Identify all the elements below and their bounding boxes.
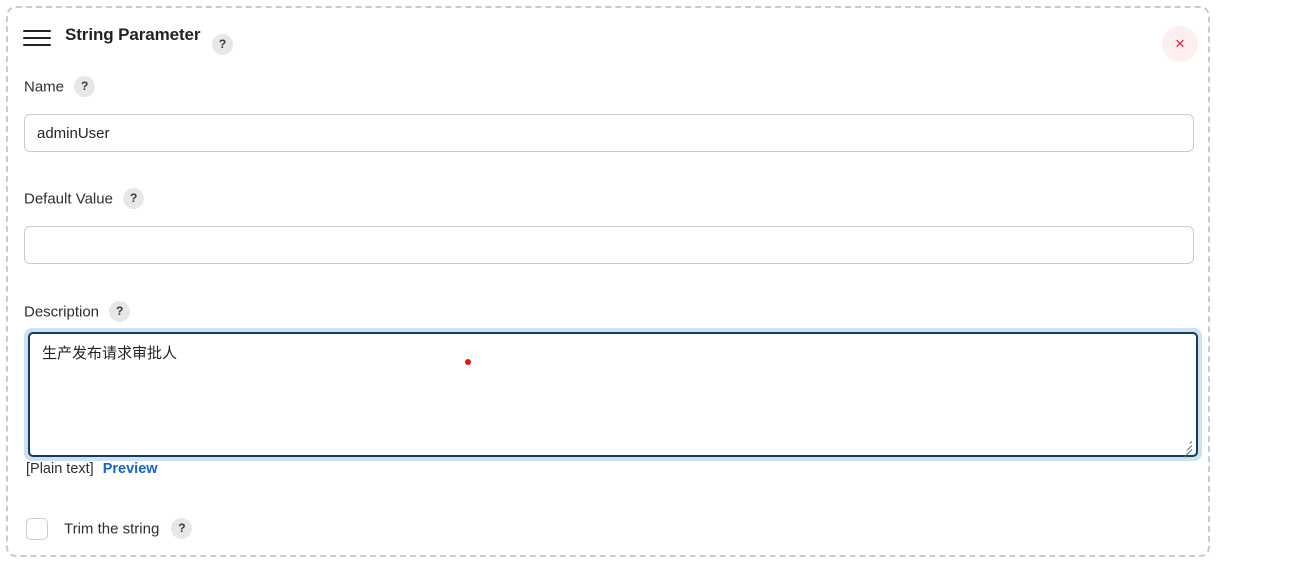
hamburger-menu-icon[interactable] (23, 28, 51, 48)
help-icon-trim-string[interactable]: ? (171, 517, 193, 539)
trim-string-checkbox[interactable] (26, 518, 48, 540)
description-label: Description ? (24, 301, 131, 323)
page-title: String Parameter (65, 25, 201, 44)
description-textarea[interactable] (28, 332, 1198, 457)
trim-string-label-text: Trim the string (64, 519, 160, 537)
preview-link[interactable]: Preview (103, 461, 158, 477)
string-parameter-panel: String Parameter ? × Name ? Default Valu… (6, 6, 1210, 557)
trim-string-label: Trim the string ? (64, 517, 193, 540)
help-icon-name[interactable]: ? (74, 76, 96, 97)
name-input[interactable] (24, 114, 1194, 152)
help-icon-default-value[interactable]: ? (123, 188, 145, 209)
default-value-input[interactable] (24, 226, 1194, 264)
close-icon[interactable]: × (1162, 26, 1198, 62)
trim-string-row: Trim the string ? (26, 515, 193, 543)
description-focus-ring (24, 328, 1202, 461)
panel-header: String Parameter ? × (8, 8, 1208, 66)
description-label-text: Description (24, 303, 100, 321)
help-icon-title[interactable]: ? (212, 34, 233, 55)
hamburger-bar (23, 30, 51, 32)
description-format-row: [Plain text] Preview (26, 461, 158, 477)
default-value-label: Default Value ? (24, 188, 145, 210)
name-label: Name ? (24, 76, 96, 98)
name-label-text: Name (24, 78, 65, 96)
help-icon-description[interactable]: ? (109, 301, 131, 322)
plain-text-note: [Plain text] (26, 461, 94, 477)
hamburger-bar (23, 44, 51, 46)
text-cursor-indicator (465, 359, 471, 365)
hamburger-bar (23, 37, 51, 39)
default-value-label-text: Default Value (24, 190, 113, 208)
